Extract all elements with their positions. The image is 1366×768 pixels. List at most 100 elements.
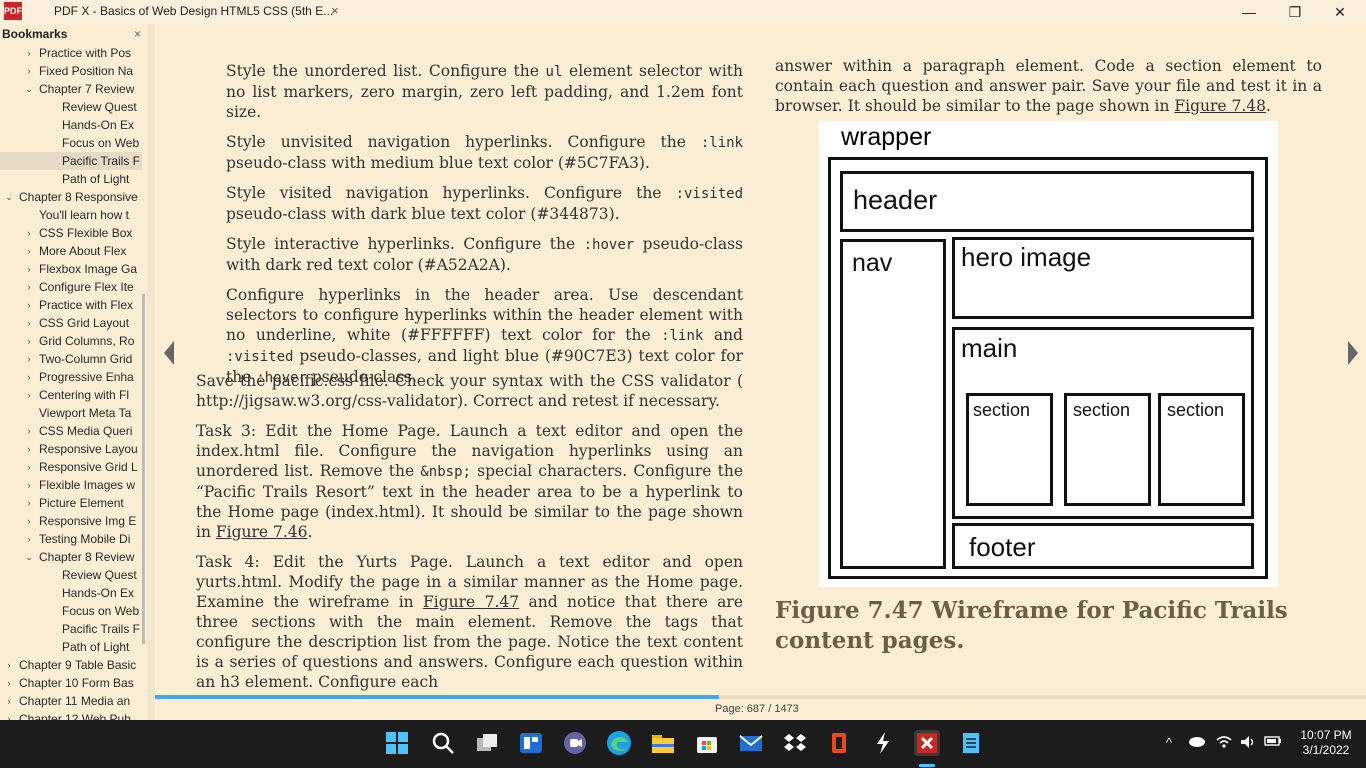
bookmark-item[interactable]: › Fixed Position Na [0,62,142,80]
chevron-right-icon[interactable]: › [24,224,34,242]
mail-icon[interactable] [738,730,764,756]
bookmark-item[interactable]: › CSS Grid Layout [0,314,142,332]
app-icon[interactable] [870,730,896,756]
bookmark-item[interactable]: › Chapter 12 Web Pub [0,710,142,720]
figure-7-46-link[interactable]: Figure 7.46 [216,523,308,541]
bookmark-item[interactable]: Focus on Web [0,602,142,620]
widgets-icon[interactable] [518,730,544,756]
bookmark-item[interactable]: ⌄ Chapter 8 Responsive [0,188,142,206]
bookmark-item[interactable]: › Flexbox Image Ga [0,260,142,278]
figure-7-48-link[interactable]: Figure 7.48 [1174,97,1266,115]
bookmark-item[interactable]: › Responsive Grid L [0,458,142,476]
hero-label: hero image [961,242,1092,272]
file-explorer-icon[interactable] [650,730,676,756]
bookmark-item[interactable]: Pacific Trails F [0,152,142,170]
chevron-up-icon[interactable]: ^ [1166,735,1172,750]
previous-page-arrow-icon[interactable] [162,340,176,366]
close-window-button[interactable]: ✕ [1320,2,1360,22]
chevron-right-icon[interactable]: › [24,242,34,260]
next-page-arrow-icon[interactable] [1346,340,1360,366]
chevron-right-icon[interactable]: › [24,458,34,476]
onedrive-icon[interactable] [1188,735,1206,750]
bookmark-item[interactable]: › Responsive Img E [0,512,142,530]
bookmark-item[interactable]: Viewport Meta Ta [0,404,142,422]
bookmark-item[interactable]: Pacific Trails F [0,620,142,638]
bookmarks-close-icon[interactable]: × [134,27,141,41]
minimize-button[interactable]: — [1229,2,1269,22]
pdfx-icon[interactable] [914,730,940,756]
bookmark-item[interactable]: › Chapter 10 Form Bas [0,674,142,692]
bookmark-item[interactable]: ⌄ Chapter 8 Review [0,548,142,566]
edge-icon[interactable] [606,730,632,756]
search-icon[interactable] [430,730,456,756]
bookmark-item[interactable]: › Grid Columns, Ro [0,332,142,350]
chevron-down-icon[interactable]: ⌄ [24,548,34,566]
windows-start-icon[interactable] [386,732,408,754]
bookmark-item[interactable]: › Testing Mobile Di [0,530,142,548]
dropbox-icon[interactable] [782,730,808,756]
store-icon[interactable] [694,730,720,756]
chevron-right-icon[interactable]: › [4,674,14,692]
chevron-down-icon[interactable]: ⌄ [24,80,34,98]
task-view-icon[interactable] [474,730,500,756]
volume-icon[interactable] [1240,735,1256,752]
chevron-right-icon[interactable]: › [24,278,34,296]
tab-close-icon[interactable]: × [331,3,339,18]
bookmark-item[interactable]: Path of Light [0,170,142,188]
chevron-right-icon[interactable]: › [24,62,34,80]
bookmark-item[interactable]: You'll learn how t [0,206,142,224]
bookmark-item[interactable]: Hands-On Ex [0,584,142,602]
chevron-right-icon[interactable]: › [24,44,34,62]
chevron-right-icon[interactable]: › [24,440,34,458]
chevron-right-icon[interactable]: › [4,692,14,710]
chevron-right-icon[interactable]: › [4,710,14,720]
chevron-down-icon[interactable]: ⌄ [4,188,14,206]
bookmark-item[interactable]: › More About Flex [0,242,142,260]
bookmark-item[interactable]: › Centering with Fl [0,386,142,404]
chevron-right-icon[interactable]: › [24,314,34,332]
bookmark-item[interactable]: Focus on Web [0,134,142,152]
sidebar-scrollbar[interactable] [142,294,145,644]
chevron-right-icon[interactable]: › [24,332,34,350]
chevron-right-icon[interactable]: › [24,512,34,530]
chevron-right-icon[interactable]: › [24,476,34,494]
figure-7-47-link[interactable]: Figure 7.47 [423,593,519,611]
chevron-right-icon[interactable]: › [24,296,34,314]
bookmark-item[interactable]: › Responsive Layou [0,440,142,458]
chevron-right-icon[interactable]: › [24,368,34,386]
restore-button[interactable]: ❐ [1275,2,1315,22]
bookmark-item[interactable]: › Progressive Enha [0,368,142,386]
bookmark-item[interactable]: › Practice with Flex [0,296,142,314]
bookmark-item[interactable]: › Configure Flex Ite [0,278,142,296]
chevron-right-icon[interactable]: › [24,386,34,404]
bookmark-item[interactable]: ⌄ Chapter 7 Review [0,80,142,98]
bookmark-item[interactable]: Review Quest [0,98,142,116]
bookmark-item[interactable]: › Practice with Pos [0,44,142,62]
reading-progress-bar[interactable] [155,695,1366,699]
chevron-right-icon[interactable]: › [24,530,34,548]
chevron-right-icon[interactable]: › [4,656,14,674]
bookmark-item[interactable]: › Flexible Images w [0,476,142,494]
teams-chat-icon[interactable] [562,730,588,756]
bookmark-item[interactable]: › Two-Column Grid [0,350,142,368]
notepad-icon[interactable] [958,730,984,756]
bookmark-item[interactable]: › CSS Flexible Box [0,224,142,242]
bookmark-item[interactable]: Path of Light [0,638,142,656]
bookmark-item[interactable]: Review Quest [0,566,142,584]
bookmark-item[interactable]: › Chapter 11 Media an [0,692,142,710]
footer-box: footer [952,523,1254,569]
bookmark-item[interactable]: › Chapter 9 Table Basic [0,656,142,674]
chevron-right-icon[interactable]: › [24,494,34,512]
bookmark-item[interactable]: › Picture Element [0,494,142,512]
battery-icon[interactable] [1264,735,1282,750]
bookmark-item[interactable]: › CSS Media Queri [0,422,142,440]
chevron-right-icon[interactable]: › [24,422,34,440]
chevron-right-icon[interactable]: › [24,260,34,278]
document-tab-title[interactable]: PDF X - Basics of Web Design HTML5 CSS (… [54,4,333,18]
sidebar-splitter[interactable] [147,24,155,720]
bookmark-item[interactable]: Hands-On Ex [0,116,142,134]
office-icon[interactable] [826,730,852,756]
system-clock[interactable]: 10:07 PM 3/1/2022 [1296,728,1356,758]
chevron-right-icon[interactable]: › [24,350,34,368]
wifi-icon[interactable] [1216,735,1232,752]
